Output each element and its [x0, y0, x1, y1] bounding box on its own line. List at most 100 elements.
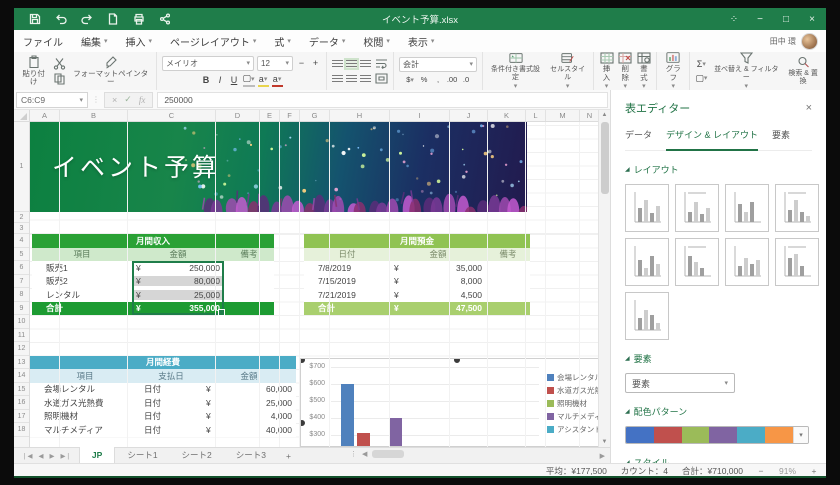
wrap-text-icon[interactable] — [374, 57, 388, 70]
hscroll-grip-icon[interactable]: ⋮ — [350, 450, 357, 458]
elements-section-header[interactable]: ◢要素 — [625, 352, 812, 365]
paste-button[interactable]: 貼り付け — [19, 56, 48, 87]
row-header-3[interactable]: 3 — [14, 223, 29, 234]
font-color-button[interactable]: a▾ — [272, 73, 283, 87]
user-avatar[interactable] — [801, 33, 818, 50]
menu-item-1[interactable]: ファイル — [14, 34, 72, 49]
sort-filter-button[interactable]: 並べ替え & フィルター▾ — [711, 52, 781, 91]
hscroll-left-icon[interactable]: ◀ — [362, 450, 367, 458]
cancel-entry-icon[interactable]: × — [112, 95, 117, 105]
column-header-D[interactable]: D — [216, 110, 260, 121]
copy-icon[interactable] — [52, 72, 66, 85]
row-header-14[interactable]: 14 — [14, 369, 29, 383]
column-header-N[interactable]: N — [580, 110, 598, 121]
align-middle-button[interactable] — [346, 60, 357, 68]
chart-bar-4[interactable] — [389, 418, 402, 447]
layout-thumbnail-7[interactable] — [725, 238, 769, 286]
column-header-B[interactable]: B — [60, 110, 128, 121]
underline-button[interactable]: U — [229, 74, 240, 86]
menu-item-7[interactable]: 校閲▾ — [354, 34, 399, 49]
menu-item-4[interactable]: ページレイアウト▾ — [161, 34, 265, 49]
save-icon[interactable] — [28, 13, 41, 26]
row-header-10[interactable]: 10 — [14, 315, 29, 329]
zoom-in-button[interactable]: + — [810, 466, 818, 476]
row-header-11[interactable]: 11 — [14, 329, 29, 343]
table-row[interactable]: マルチメディア日付¥40,000 — [30, 423, 296, 437]
first-sheet-icon[interactable]: ❘◀ — [22, 452, 32, 460]
palette-color-1[interactable] — [626, 427, 654, 443]
horizontal-scroll-thumb[interactable] — [372, 450, 404, 458]
font-size-select[interactable]: 12▾ — [257, 56, 293, 71]
number-format-button-2[interactable]: % — [419, 74, 430, 86]
chart-bar-2[interactable] — [357, 433, 370, 447]
row-header-12[interactable]: 12 — [14, 342, 29, 356]
zoom-out-button[interactable]: − — [757, 466, 765, 476]
layout-thumbnail-8[interactable] — [775, 238, 819, 286]
next-sheet-icon[interactable]: ▶ — [49, 452, 54, 460]
color-pattern-selector[interactable]: ▾ — [625, 426, 809, 444]
row-header-2[interactable]: 2 — [14, 212, 29, 223]
close-icon[interactable]: × — [806, 14, 818, 25]
layout-thumbnail-3[interactable] — [725, 184, 769, 232]
bold-button[interactable]: B — [201, 74, 212, 86]
row-header-4[interactable]: 4 — [14, 234, 29, 248]
number-format-select[interactable]: 会計▾ — [399, 57, 477, 72]
insert-cells-button[interactable]: 挿入▾ — [599, 51, 614, 90]
panel-tab[interactable]: データ — [625, 128, 652, 145]
row-header-18[interactable]: 18 — [14, 423, 29, 437]
font-name-select[interactable]: メイリオ▾ — [162, 56, 254, 71]
share-icon[interactable] — [158, 13, 171, 26]
align-left-button[interactable] — [332, 75, 343, 83]
autosum-button[interactable]: Σ▾ — [696, 58, 707, 70]
savings-table[interactable]: 月間預金日付金額備考7/8/2019¥35,0007/15/2019¥8,000… — [304, 234, 530, 315]
cell-styles-button[interactable]: セルスタイル▾ — [547, 52, 588, 91]
find-replace-button[interactable]: 検索 & 置換 — [785, 56, 821, 86]
fill-color-button[interactable]: ▢▾ — [243, 73, 255, 87]
row-header-13[interactable]: 13 — [14, 356, 29, 370]
expense-table[interactable]: 月間経費項目支払日金額会場レンタル日付¥60,000水道ガス光熱費日付¥25,0… — [30, 356, 296, 437]
palette-color-3[interactable] — [682, 427, 710, 443]
palette-color-5[interactable] — [737, 427, 765, 443]
panel-tab[interactable]: デザイン & レイアウト — [666, 128, 758, 151]
column-header-J[interactable]: J — [450, 110, 488, 121]
fill-range-button[interactable]: ▢▾ — [695, 72, 707, 84]
menu-item-5[interactable]: 式▾ — [265, 34, 300, 49]
table-row[interactable]: 販売1¥250,000 — [32, 261, 274, 275]
layout-thumbnail-2[interactable] — [675, 184, 719, 232]
column-header-E[interactable]: E — [260, 110, 280, 121]
table-row[interactable]: 7/8/2019¥35,000 — [304, 261, 530, 275]
income-table[interactable]: 月間収入項目金額備考販売1¥250,000販売2¥80,000レンタル¥25,0… — [32, 234, 274, 315]
table-row[interactable]: 7/15/2019¥8,000 — [304, 275, 530, 289]
increase-font-button[interactable]: + — [310, 57, 321, 69]
chart-bar-1[interactable] — [341, 384, 354, 447]
decrease-font-button[interactable]: − — [296, 57, 307, 69]
layout-thumbnail-5[interactable] — [625, 238, 669, 286]
menu-item-3[interactable]: 挿入▾ — [117, 34, 162, 49]
maximize-icon[interactable]: □ — [780, 14, 792, 25]
sheet-tab-JP[interactable]: JP — [79, 447, 115, 464]
table-total-row[interactable]: 合計¥355,000 — [32, 302, 274, 316]
minimize-icon[interactable]: − — [754, 14, 766, 25]
merge-cells-icon[interactable] — [374, 72, 388, 85]
add-sheet-button[interactable]: + — [278, 451, 299, 461]
align-top-button[interactable] — [332, 60, 343, 68]
formula-input[interactable]: 250000 — [157, 92, 608, 108]
scroll-down-icon[interactable]: ▼ — [599, 439, 610, 445]
menu-item-2[interactable]: 編集▾ — [72, 34, 117, 49]
prev-sheet-icon[interactable]: ◀ — [38, 452, 43, 460]
table-row[interactable]: 販売2¥80,000 — [32, 275, 274, 289]
row-header-6[interactable]: 6 — [14, 261, 29, 275]
delete-cells-button[interactable]: 削除▾ — [618, 51, 633, 90]
redo-icon[interactable] — [80, 13, 93, 26]
table-row[interactable]: 水道ガス光熱費日付¥25,000 — [30, 396, 296, 410]
print-icon[interactable] — [132, 13, 145, 26]
align-right-button[interactable] — [360, 75, 371, 83]
palette-color-2[interactable] — [654, 427, 682, 443]
sheet-tab-シート1[interactable]: シート1 — [115, 447, 169, 463]
column-header-K[interactable]: K — [488, 110, 526, 121]
palette-color-4[interactable] — [709, 427, 737, 443]
row-header-5[interactable]: 5 — [14, 248, 29, 262]
palette-color-6[interactable] — [765, 427, 793, 443]
row-header-8[interactable]: 8 — [14, 288, 29, 302]
name-box[interactable]: C6:C9▾ — [16, 92, 88, 108]
